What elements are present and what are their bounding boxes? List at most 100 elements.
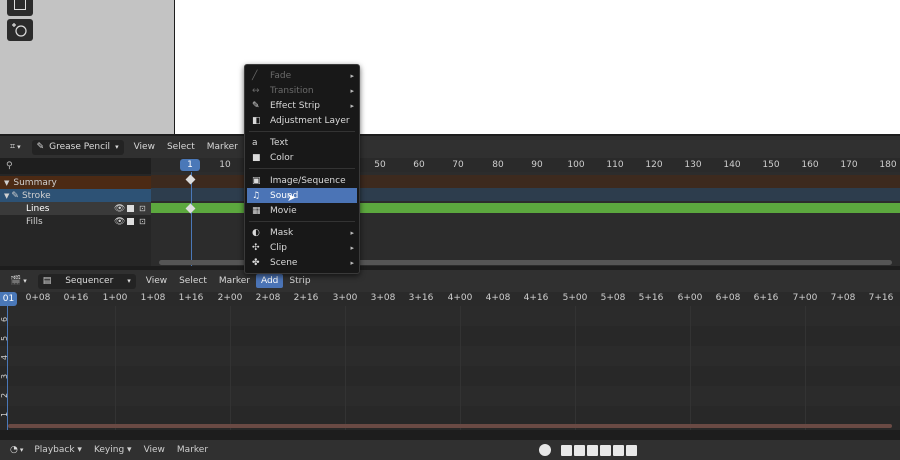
mode-label: Grease Pencil (49, 142, 111, 152)
frame-tick: 120 (645, 160, 663, 170)
chevron-down-icon: ▾ (17, 143, 21, 151)
time-tick: 4+08 (485, 293, 511, 303)
menu-add[interactable]: Add (255, 274, 284, 288)
eye-icon[interactable]: 👁 (114, 204, 125, 214)
pencil-icon: ✎ (36, 142, 45, 152)
tool-select-box[interactable] (7, 0, 33, 16)
submenu-arrow-icon: ▸ (350, 228, 354, 237)
add-menu: ╱ Fade ▸ ↔ Transition ▸ ✎ Effect Strip ▸ ◧ Adju… (244, 64, 360, 274)
time-tick: 5+16 (638, 293, 664, 303)
text-icon: a (252, 137, 258, 148)
menu-item-movie[interactable]: ▦ Movie (247, 203, 357, 218)
editor-type-button[interactable]: 🎬 ▾ (5, 273, 32, 289)
viewport-side-area (0, 0, 174, 134)
next-keyframe-icon[interactable] (613, 444, 624, 456)
checkbox-icon[interactable] (127, 218, 134, 225)
channel-number: 1 (0, 411, 10, 418)
channel-number: 4 (0, 354, 10, 361)
menu-view[interactable]: View (138, 445, 171, 455)
time-tick: 0+16 (63, 293, 89, 303)
lock-icon[interactable]: ⊡ (139, 204, 146, 213)
channel-number: 6 (0, 316, 10, 323)
current-frame-indicator[interactable]: 1 (180, 159, 200, 171)
expand-icon: ▼ (4, 178, 10, 187)
jump-end-icon[interactable] (626, 444, 637, 456)
sequencer-mode-dropdown[interactable]: ▤ Sequencer ▾ (37, 273, 136, 289)
eye-icon[interactable]: 👁 (114, 217, 125, 227)
menu-keying[interactable]: Keying ▾ (88, 445, 138, 455)
grid-line (345, 306, 346, 430)
sequencer-area[interactable]: 6 5 4 3 2 1 (0, 306, 900, 430)
current-time-indicator[interactable]: 01 (0, 292, 17, 306)
menu-select[interactable]: Select (161, 142, 201, 152)
frame-tick: 60 (413, 160, 425, 170)
menu-playback[interactable]: Playback ▾ (28, 445, 88, 455)
time-tick: 2+00 (217, 293, 243, 303)
time-tick: 0+08 (25, 293, 51, 303)
menu-marker[interactable]: Marker (213, 276, 256, 286)
transport-controls (539, 444, 639, 456)
menu-item-adjustment-layer[interactable]: ◧ Adjustment Layer (247, 113, 357, 128)
channel-lines[interactable]: Lines 👁 ⊡ (0, 202, 151, 215)
channel-label: Stroke (21, 190, 51, 201)
frame-tick: 150 (762, 160, 780, 170)
menu-item-transition[interactable]: ↔ Transition ▸ (247, 83, 357, 98)
record-button[interactable] (539, 444, 551, 456)
menu-view[interactable]: View (140, 276, 173, 286)
menu-item-sound[interactable]: ♫ Sound ➤ (247, 188, 357, 204)
menu-item-clip[interactable]: ✣ Clip ▸ (247, 240, 357, 255)
time-tick: 5+08 (600, 293, 626, 303)
menu-marker[interactable]: Marker (201, 142, 244, 152)
menu-item-fade[interactable]: ╱ Fade ▸ (247, 68, 357, 83)
sequencer-icon: ▤ (42, 276, 52, 286)
channel-list: ⚲ ▼ Summary ▼ ✎ Stroke Lines 👁 ⊡ Fills 👁… (0, 158, 151, 266)
grid-line (805, 306, 806, 430)
mode-dropdown[interactable]: ✎ Grease Pencil ▾ (31, 139, 124, 155)
menu-item-color[interactable]: ■ Color (247, 150, 357, 165)
menu-item-mask[interactable]: ◐ Mask ▸ (247, 225, 357, 240)
chevron-down-icon: ▾ (127, 277, 131, 285)
time-tick: 2+08 (255, 293, 281, 303)
frame-tick: 50 (374, 160, 386, 170)
menu-item-image-sequence[interactable]: ▣ Image/Sequence (247, 173, 357, 188)
lock-icon[interactable]: ⊡ (139, 217, 146, 226)
horizontal-scrollbar[interactable] (8, 424, 892, 428)
channel-summary[interactable]: ▼ Summary (0, 176, 151, 189)
frame-tick: 10 (219, 160, 231, 170)
editor-type-button[interactable]: ⌗ ▾ (5, 139, 26, 155)
menu-item-text[interactable]: a Text (247, 135, 357, 150)
grid-line (230, 306, 231, 430)
menu-view[interactable]: View (128, 142, 161, 152)
channel-search[interactable]: ⚲ (0, 158, 151, 174)
checkbox-icon[interactable] (127, 205, 134, 212)
menu-select[interactable]: Select (173, 276, 213, 286)
time-tick: 3+00 (332, 293, 358, 303)
chevron-down-icon: ▾ (19, 446, 24, 454)
time-ruler[interactable]: 01 0+08 0+16 1+00 1+08 1+16 2+00 2+08 2+… (0, 292, 900, 306)
search-icon: ⚲ (6, 161, 13, 171)
frame-tick: 70 (452, 160, 464, 170)
menu-strip[interactable]: Strip (283, 276, 316, 286)
jump-start-icon[interactable] (561, 444, 572, 456)
tool-draw-circle[interactable] (7, 19, 33, 41)
expand-icon: ▼ (4, 191, 10, 200)
channel-fills[interactable]: Fills 👁 ⊡ (0, 215, 151, 228)
scene-icon: ✤ (252, 257, 260, 268)
menu-marker[interactable]: Marker (171, 445, 214, 455)
channel-stroke[interactable]: ▼ ✎ Stroke (0, 189, 151, 202)
channel-number: 5 (0, 335, 10, 342)
time-tick: 6+16 (753, 293, 779, 303)
channel-label: Lines (26, 203, 50, 214)
submenu-arrow-icon: ▸ (350, 101, 354, 110)
channel-label: Fills (26, 216, 43, 227)
menu-item-scene[interactable]: ✤ Scene ▸ (247, 255, 357, 270)
menu-separator (249, 221, 355, 222)
play-reverse-icon[interactable] (587, 444, 598, 456)
grid-line (575, 306, 576, 430)
prev-keyframe-icon[interactable] (574, 444, 585, 456)
play-icon[interactable] (600, 444, 611, 456)
frame-tick: 100 (567, 160, 585, 170)
editor-type-button[interactable]: ◔ ▾ (5, 442, 29, 458)
sound-icon: ♫ (252, 190, 261, 201)
menu-item-effect-strip[interactable]: ✎ Effect Strip ▸ (247, 98, 357, 113)
